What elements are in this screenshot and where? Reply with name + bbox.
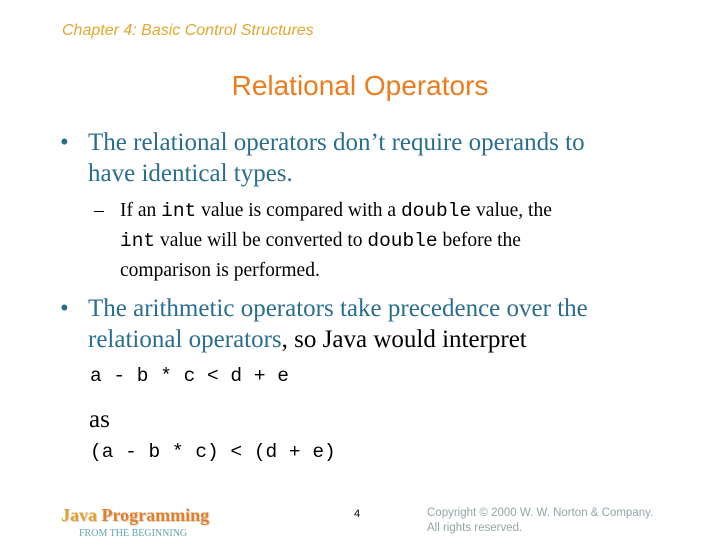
code-expression-2: (a - b * c) < (d + e) bbox=[90, 441, 336, 463]
sub-bullet-line-1: If an int value is compared with a doubl… bbox=[120, 196, 680, 226]
bullet-1-line-2: have identical types. bbox=[88, 160, 293, 187]
as-word: as bbox=[89, 406, 110, 433]
copyright-line-1: Copyright © 2000 W. W. Norton & Company. bbox=[427, 507, 654, 519]
code-int: int bbox=[161, 200, 197, 222]
bullet-marker: • bbox=[60, 295, 69, 322]
sub-bullet-1: – If an int value is compared with a dou… bbox=[94, 196, 680, 285]
sub-bullet-line-2: int value will be converted to double be… bbox=[120, 226, 680, 256]
bullet-marker: • bbox=[60, 129, 69, 156]
logo-programming: Programming bbox=[101, 505, 210, 525]
code-int: int bbox=[120, 230, 156, 252]
bullet-1: • The relational operators don’t require… bbox=[60, 127, 688, 189]
chapter-heading: Chapter 4: Basic Control Structures bbox=[62, 22, 314, 39]
logo-java: Java bbox=[61, 505, 102, 525]
text: before the bbox=[437, 230, 521, 251]
book-logo-subtitle: FROM THE BEGINNING bbox=[79, 528, 188, 539]
book-logo: Java Programming bbox=[61, 505, 209, 526]
bullet-2-line-2: relational operators, so Java would inte… bbox=[88, 324, 688, 355]
text: value is compared with a bbox=[196, 200, 401, 221]
slide-title: Relational Operators bbox=[231, 70, 489, 101]
text-black: , so Java would interpret bbox=[281, 326, 527, 353]
code-expression-1: a - b * c < d + e bbox=[90, 365, 289, 387]
text: If an bbox=[120, 200, 162, 221]
copyright-line-2: All rights reserved. bbox=[427, 522, 523, 534]
bullet-1-line-1: The relational operators don’t require o… bbox=[88, 129, 585, 156]
code-double: double bbox=[367, 230, 438, 252]
text-blue: relational operators bbox=[88, 326, 282, 353]
text: value will be converted to bbox=[155, 230, 368, 251]
dash-marker: – bbox=[94, 200, 104, 221]
text: value, the bbox=[471, 200, 552, 221]
page-number: 4 bbox=[354, 508, 361, 520]
code-double: double bbox=[400, 200, 472, 222]
bullet-2-line-1: The arithmetic operators take precedence… bbox=[88, 295, 588, 322]
sub-bullet-line-3: comparison is performed. bbox=[120, 260, 320, 281]
copyright: Copyright © 2000 W. W. Norton & Company.… bbox=[427, 506, 653, 536]
bullet-2: • The arithmetic operators take preceden… bbox=[60, 293, 688, 355]
